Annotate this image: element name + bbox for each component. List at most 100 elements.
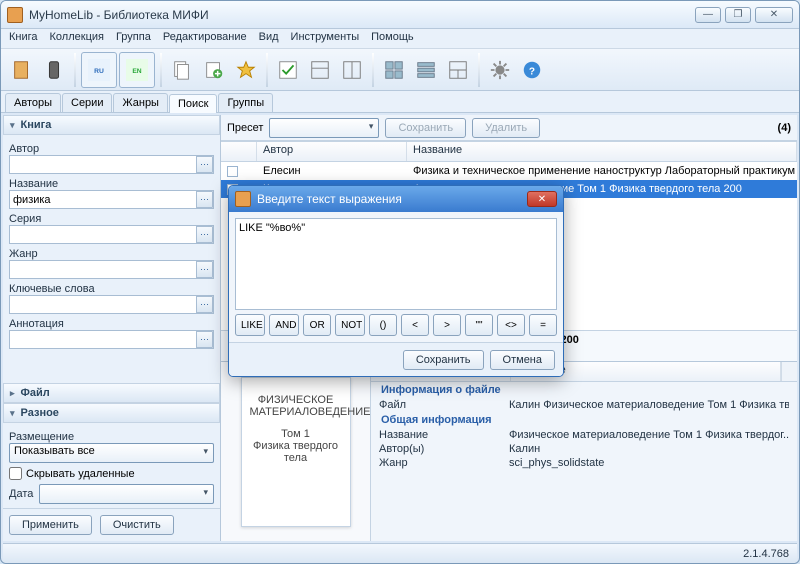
menu-tools[interactable]: Инструменты <box>291 31 360 46</box>
maximize-button[interactable]: ❐ <box>725 7 751 23</box>
close-button[interactable]: ✕ <box>755 7 793 23</box>
lang-ru-button[interactable]: RU <box>81 52 117 88</box>
gear-icon[interactable] <box>485 53 515 87</box>
op-gt-button[interactable]: > <box>433 314 461 336</box>
cat-file-info: Информация о файле <box>371 382 797 398</box>
dialog-close-button[interactable]: ✕ <box>527 191 557 207</box>
svg-text:RU: RU <box>94 68 104 75</box>
check-icon[interactable] <box>273 53 303 87</box>
label-title: Название <box>9 178 214 190</box>
date-combo[interactable] <box>39 484 214 504</box>
op-ne-button[interactable]: <> <box>497 314 525 336</box>
op-not-button[interactable]: NOT <box>335 314 365 336</box>
op-eq-button[interactable]: = <box>529 314 557 336</box>
book-icon[interactable] <box>7 53 37 87</box>
author-expr-button[interactable]: ⋯ <box>196 156 213 173</box>
titlebar: MyHomeLib - Библиотека МИФИ — ❐ ✕ <box>1 1 799 29</box>
op-lt-button[interactable]: < <box>401 314 429 336</box>
scrollbar[interactable] <box>781 362 797 381</box>
toolbar: RU EN ? <box>1 49 799 91</box>
accordion-misc[interactable]: ▾Разное <box>3 403 220 423</box>
label-genre: Жанр <box>9 248 214 260</box>
label-author: Автор <box>9 143 214 155</box>
version-label: 2.1.4.768 <box>743 548 789 560</box>
tab-authors[interactable]: Авторы <box>5 93 61 112</box>
menu-group[interactable]: Группа <box>116 31 151 46</box>
preset-delete-button[interactable]: Удалить <box>472 118 540 138</box>
result-count: (4) <box>778 122 791 134</box>
annotation-input[interactable] <box>9 330 214 349</box>
chevron-down-icon: ▾ <box>10 408 15 419</box>
dialog-save-button[interactable]: Сохранить <box>403 350 484 370</box>
series-input[interactable] <box>9 225 214 244</box>
preset-label: Пресет <box>227 122 263 134</box>
title-input[interactable] <box>9 190 214 209</box>
keywords-input[interactable] <box>9 295 214 314</box>
placement-combo[interactable]: Показывать все <box>9 443 214 463</box>
genre-input[interactable] <box>9 260 214 279</box>
add-icon[interactable] <box>199 53 229 87</box>
menu-help[interactable]: Помощь <box>371 31 414 46</box>
split-icon[interactable] <box>443 53 473 87</box>
minimize-button[interactable]: — <box>695 7 721 23</box>
op-or-button[interactable]: OR <box>303 314 331 336</box>
menu-collection[interactable]: Коллекция <box>50 31 104 46</box>
preset-combo[interactable] <box>269 118 379 138</box>
genre-expr-button[interactable]: ⋯ <box>196 261 213 278</box>
tab-search[interactable]: Поиск <box>169 94 217 113</box>
apply-button[interactable]: Применить <box>9 515 92 535</box>
tab-genres[interactable]: Жанры <box>113 93 168 112</box>
svg-text:?: ? <box>529 66 535 77</box>
expression-textarea[interactable] <box>235 218 557 310</box>
dialog-icon <box>235 191 251 207</box>
tab-groups[interactable]: Группы <box>218 93 273 112</box>
accordion-book[interactable]: ▾Книга <box>3 115 220 135</box>
svg-text:EN: EN <box>132 68 141 75</box>
op-paren-button[interactable]: () <box>369 314 397 336</box>
help-icon[interactable]: ? <box>517 53 547 87</box>
clear-button[interactable]: Очистить <box>100 515 174 535</box>
star-icon[interactable] <box>231 53 261 87</box>
series-expr-button[interactable]: ⋯ <box>196 226 213 243</box>
op-like-button[interactable]: LIKE <box>235 314 265 336</box>
col-title[interactable]: Название <box>407 142 797 161</box>
op-and-button[interactable]: AND <box>269 314 299 336</box>
col-author[interactable]: Автор <box>257 142 407 161</box>
annotation-expr-button[interactable]: ⋯ <box>196 331 213 348</box>
lang-en-button[interactable]: EN <box>119 52 155 88</box>
title-expr-button[interactable]: ⋯ <box>196 191 213 208</box>
grid2-icon[interactable] <box>411 53 441 87</box>
author-input[interactable] <box>9 155 214 174</box>
table-row[interactable]: Елесин Физика и техническое применение н… <box>221 162 797 180</box>
kv-row: НазваниеФизическое материаловедение Том … <box>371 428 797 442</box>
chevron-down-icon: ▾ <box>10 120 15 131</box>
search-sidebar: ▾Книга Автор ⋯ Название ⋯ Серия ⋯ Жанр ⋯… <box>3 115 221 541</box>
phone-icon[interactable] <box>39 53 69 87</box>
label-keywords: Ключевые слова <box>9 283 214 295</box>
tab-series[interactable]: Серии <box>62 93 112 112</box>
kv-row: Жанрsci_phys_solidstate <box>371 456 797 470</box>
label-series: Серия <box>9 213 214 225</box>
dialog-title: Введите текст выражения <box>257 192 527 206</box>
op-quotes-button[interactable]: "" <box>465 314 493 336</box>
label-annotation: Аннотация <box>9 318 214 330</box>
menu-edit[interactable]: Редактирование <box>163 31 247 46</box>
kv-row: Автор(ы)Калин <box>371 442 797 456</box>
expression-dialog: Введите текст выражения ✕ LIKE AND OR NO… <box>228 185 564 377</box>
layout2-icon[interactable] <box>337 53 367 87</box>
dialog-cancel-button[interactable]: Отмена <box>490 350 555 370</box>
menu-book[interactable]: Книга <box>9 31 38 46</box>
grid1-icon[interactable] <box>379 53 409 87</box>
cover-preview: ФИЗИЧЕСКОЕ МАТЕРИАЛОВЕДЕНИЕ Том 1 Физика… <box>221 362 371 541</box>
layout1-icon[interactable] <box>305 53 335 87</box>
chevron-right-icon: ▸ <box>10 388 15 399</box>
hide-deleted-checkbox[interactable]: Скрывать удаленные <box>9 467 214 480</box>
statusbar: 2.1.4.768 <box>3 543 797 563</box>
preset-save-button[interactable]: Сохранить <box>385 118 466 138</box>
accordion-file[interactable]: ▸Файл <box>3 383 220 403</box>
menu-view[interactable]: Вид <box>259 31 279 46</box>
docs-icon[interactable] <box>167 53 197 87</box>
cat-general-info: Общая информация <box>371 412 797 428</box>
keywords-expr-button[interactable]: ⋯ <box>196 296 213 313</box>
app-icon <box>7 7 23 23</box>
